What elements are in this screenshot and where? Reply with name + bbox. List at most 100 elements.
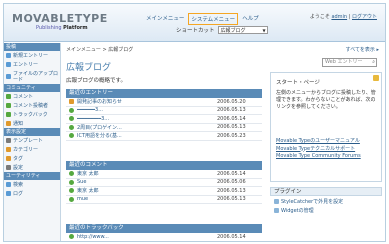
- user-manual-link[interactable]: Movable Typeのユーザーマニュアル: [276, 138, 361, 146]
- logo-text: MOVABLETYPE: [12, 12, 108, 25]
- logo-sub-bold: Platform: [63, 25, 88, 31]
- user-link[interactable]: admin: [331, 14, 347, 20]
- entry-title[interactable]: 開発記事のお知らせ: [77, 98, 217, 105]
- shortcut-label: ショートカット: [176, 28, 215, 34]
- sidebar-item[interactable]: カテゴリー: [4, 145, 60, 154]
- sidebar-item[interactable]: テンプレート: [4, 136, 60, 145]
- entry-date: 2006.05.20: [217, 98, 246, 105]
- recent-entries-list: 開発記事のお知らせ 2006.05.20 ━━━━━━3... 2006.05.13 ━…: [66, 98, 262, 141]
- status-published-icon: [69, 124, 74, 130]
- sidebar-item[interactable]: コメント投稿者: [4, 101, 60, 110]
- comment-title[interactable]: mue: [77, 196, 217, 202]
- shortcut-select[interactable]: 広報ブログ ▼: [217, 26, 268, 34]
- community-forums-link[interactable]: Movable Type Community Forums: [276, 153, 361, 161]
- entry-title[interactable]: ━━━━━━3...: [77, 107, 217, 113]
- edit-icon[interactable]: [373, 75, 379, 81]
- chevron-down-icon: ▼: [262, 27, 266, 33]
- entry-title[interactable]: ICT用語を分る(基...: [77, 132, 217, 139]
- comment-icon: [6, 94, 11, 99]
- status-published-icon: [69, 234, 74, 240]
- logo-subtitle: Publishing Platform: [36, 25, 108, 31]
- nav-help[interactable]: ヘルプ: [240, 13, 261, 25]
- comment-date: 2006.05.14: [217, 170, 246, 177]
- plugin-item[interactable]: Widgetの管理: [270, 205, 382, 214]
- entry-row[interactable]: ICT用語を分る(基... 2006.05.23: [66, 132, 262, 141]
- sidebar-item-label: 新規エントリー: [13, 52, 49, 59]
- sidebar-item[interactable]: 新規エントリー: [4, 51, 60, 60]
- comment-row[interactable]: 東京 太郎 2006.05.13: [66, 187, 262, 196]
- sidebar-section: 投稿: [4, 43, 60, 51]
- comment-row[interactable]: 東京 太郎 2006.05.14: [66, 170, 262, 179]
- sidebar-section: コミュニティ: [4, 84, 60, 92]
- start-page-box: スタート・ページ 左側のメニューからブログに投稿したり、管理できます。わからない…: [270, 72, 382, 182]
- search-icon[interactable]: ⌕: [372, 59, 375, 66]
- status-published-icon: [69, 188, 74, 194]
- entry-date: 2006.05.23: [217, 132, 246, 139]
- movable-type-logo[interactable]: MOVABLETYPE Publishing Platform: [12, 12, 108, 31]
- sidebar-item[interactable]: トラックバック: [4, 110, 60, 119]
- plugins-box: プラグイン StyleCatcherで外見を設定 Widgetの管理: [270, 187, 382, 214]
- sidebar-item[interactable]: コメント: [4, 92, 60, 101]
- entry-row[interactable]: ━━━━━━3... 2006.05.13: [66, 107, 262, 115]
- start-page-text: 左側のメニューからブログに投稿したり、管理できます。わからないことがあれば、次の…: [276, 90, 376, 110]
- comment-row[interactable]: mue 2006.05.13: [66, 196, 262, 204]
- welcome-text: ようこそ: [309, 14, 330, 20]
- entry-row[interactable]: ━━━━━━━━3... 2006.05.14: [66, 115, 262, 124]
- status-published-icon: [69, 107, 74, 113]
- recent-trackbacks-list: http://www... 2006.05.14: [66, 233, 262, 241]
- sidebar-item[interactable]: ファイルのアップロード: [4, 69, 60, 84]
- tech-support-link[interactable]: Movable Typeテクニカルサポート: [276, 146, 361, 154]
- trackback-title[interactable]: http://www...: [77, 234, 217, 240]
- sidebar-section: ユーティリティ: [4, 172, 60, 180]
- sidebar-item-label: カテゴリー: [13, 146, 39, 153]
- log-icon: [6, 191, 11, 196]
- entry-row[interactable]: 2周目(プロゲイン... 2006.05.13: [66, 124, 262, 132]
- logo-sub-prefix: Publishing: [36, 25, 64, 31]
- upload-icon: [6, 74, 11, 79]
- sidebar-item-label: コメント投稿者: [13, 102, 49, 109]
- entry-date: 2006.05.13: [217, 124, 246, 131]
- recent-entries-header: 最近のエントリー: [66, 89, 262, 98]
- entry-title[interactable]: ━━━━━━━━3...: [77, 116, 217, 122]
- show-all-link[interactable]: すべてを表示 ▸: [346, 46, 379, 53]
- search-icon: [6, 182, 11, 187]
- recent-comments-header: 最近のコメント: [66, 161, 262, 170]
- status-published-icon: [69, 116, 74, 122]
- plugin-label: Widgetの管理: [281, 208, 314, 214]
- nav-main-menu[interactable]: メインメニュー: [144, 13, 186, 25]
- status-published-icon: [69, 196, 74, 202]
- entry-row[interactable]: 開発記事のお知らせ 2006.05.20: [66, 98, 262, 107]
- shortcut-bar: ショートカット 広報ブログ ▼: [176, 26, 268, 34]
- trackback-icon: [6, 112, 11, 117]
- entry-title[interactable]: 2周目(プロゲイン...: [77, 124, 217, 131]
- recent-comments-list: 東京 太郎 2006.05.14 Sue 2006.05.06 東京 太郎 2006.05…: [66, 170, 262, 204]
- recent-comments-panel: 最近のコメント 東京 太郎 2006.05.14 Sue 2006.05.06 東京 太…: [66, 161, 262, 204]
- comment-title[interactable]: 東京 太郎: [77, 187, 217, 194]
- comment-row[interactable]: Sue 2006.05.06: [66, 179, 262, 187]
- comment-date: 2006.05.06: [217, 179, 246, 186]
- plugin-item[interactable]: StyleCatcherで外見を設定: [270, 196, 382, 205]
- recent-entries-panel: 最近のエントリー 開発記事のお知らせ 2006.05.20 ━━━━━━3... 20…: [66, 89, 262, 141]
- commenter-icon: [6, 103, 11, 108]
- settings-icon: [6, 165, 11, 170]
- logout-link[interactable]: ログアウト: [352, 14, 377, 20]
- comment-title[interactable]: Sue: [77, 179, 217, 185]
- sidebar-item[interactable]: エントリー: [4, 60, 60, 69]
- trackback-row[interactable]: http://www... 2006.05.14: [66, 233, 262, 241]
- breadcrumb[interactable]: メインメニュー > 広報ブログ: [66, 46, 133, 53]
- blog-description: 広報ブログの概略です。: [66, 78, 126, 84]
- sidebar-item-label: コメント: [13, 93, 34, 100]
- comment-title[interactable]: 東京 太郎: [77, 170, 217, 177]
- search-input[interactable]: Web エントリー ⌕: [322, 58, 377, 67]
- sidebar-item[interactable]: タグ: [4, 154, 60, 163]
- user-info: ようこそ admin | ログアウト: [310, 13, 377, 20]
- plugin-icon: [274, 199, 279, 204]
- sidebar-item[interactable]: ログ: [4, 189, 60, 198]
- sidebar-item[interactable]: 通知: [4, 119, 60, 128]
- sidebar-item[interactable]: 検索: [4, 180, 60, 189]
- header: MOVABLETYPE Publishing Platform メインメニュー …: [4, 4, 385, 42]
- nav-system-menu[interactable]: システムメニュー: [188, 13, 239, 25]
- sidebar-item-label: ログ: [13, 190, 24, 197]
- start-page-links: Movable Typeのユーザーマニュアル Movable Typeテクニカル…: [276, 138, 361, 161]
- sidebar-item[interactable]: 設定: [4, 163, 60, 172]
